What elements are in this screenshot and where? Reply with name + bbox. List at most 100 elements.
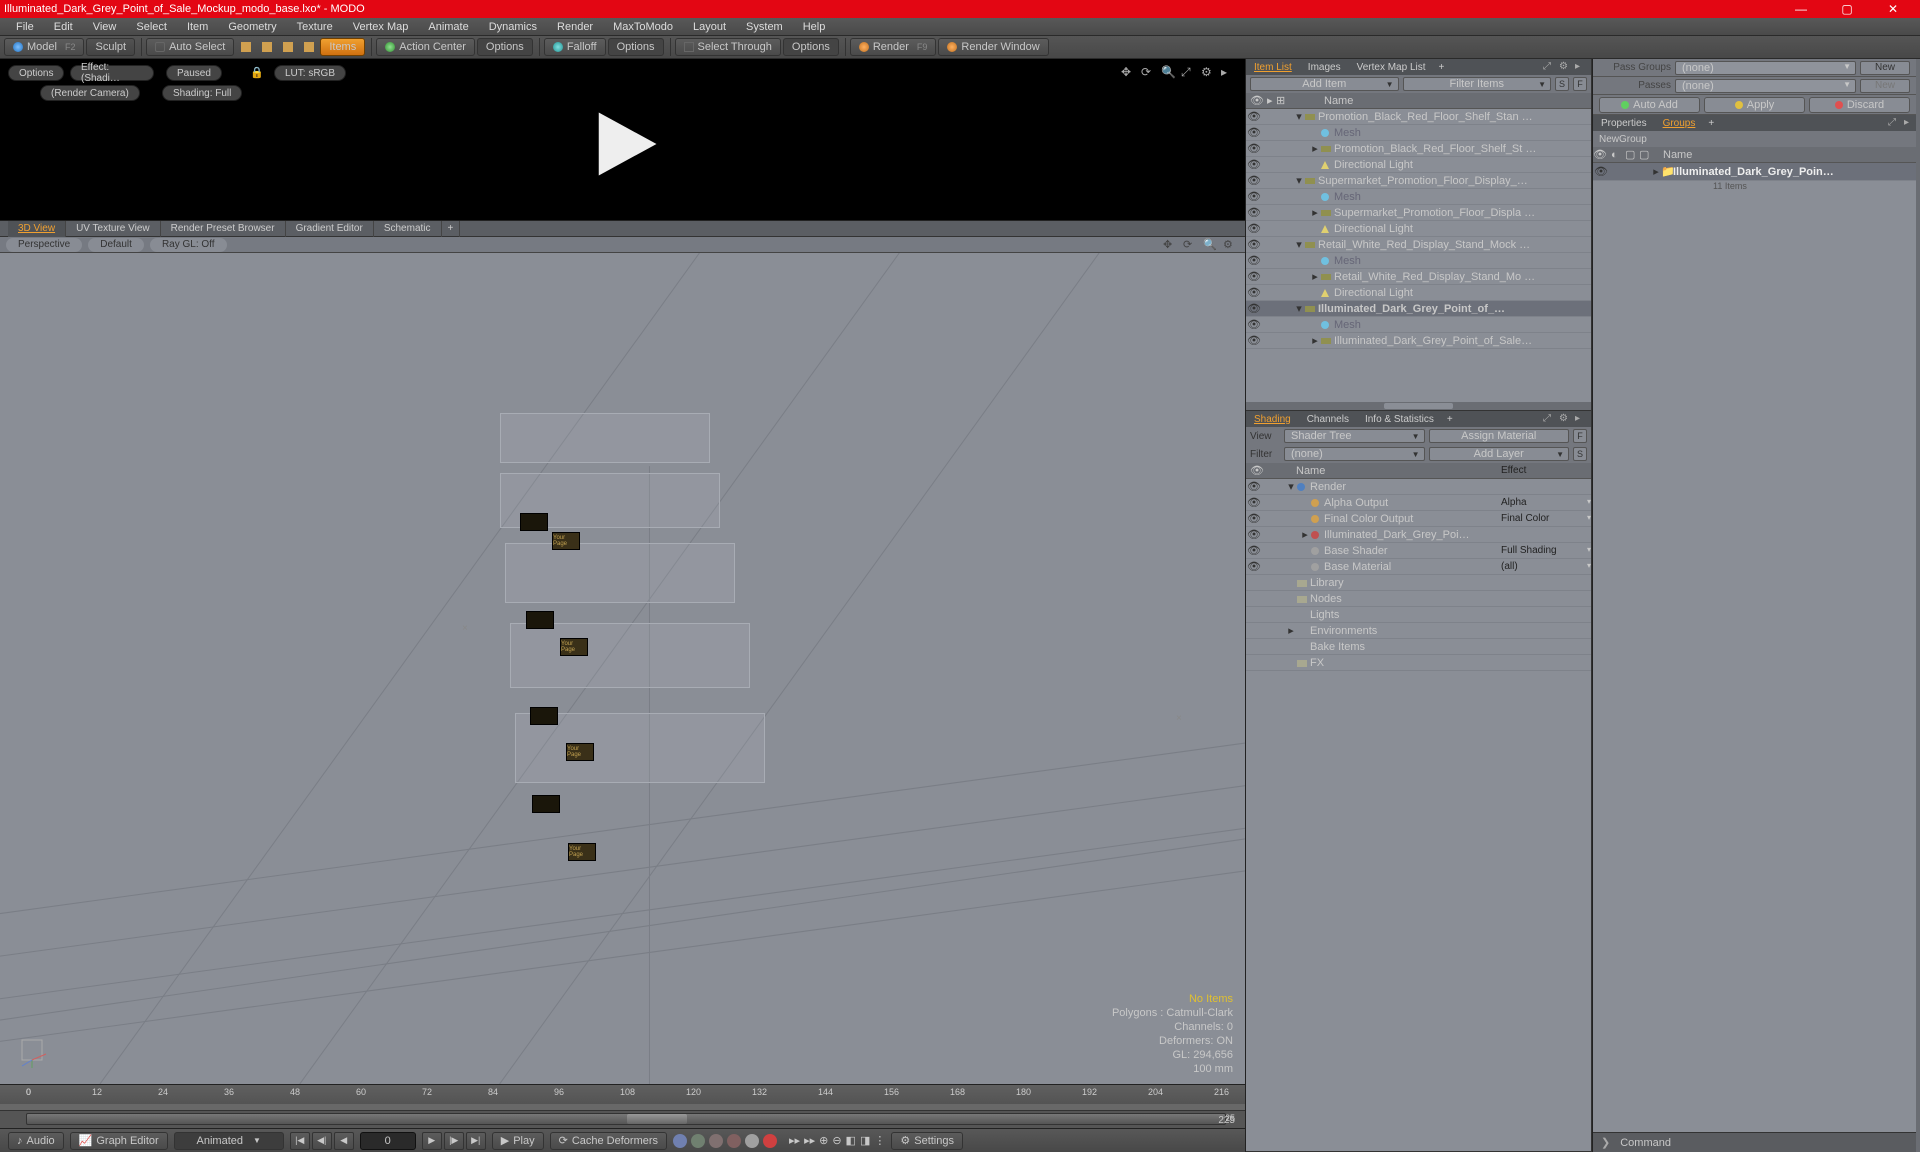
item-row[interactable]: 👁▾Retail_White_Red_Display_Stand_Mock … [1246,237,1591,253]
timeline-scrollbar[interactable] [26,1113,1226,1125]
anim-icon[interactable] [691,1134,705,1148]
item-row[interactable]: 👁▸Illuminated_Dark_Grey_Point_of_Sale… [1246,333,1591,349]
audio-button[interactable]: ♪ Audio [8,1132,64,1150]
item-row[interactable]: 👁▸Promotion_Black_Red_Floor_Shelf_St … [1246,141,1591,157]
assign-material-button[interactable]: Assign Material [1429,429,1570,443]
expand-icon[interactable]: ⤢ [1888,117,1900,129]
step-fwd-button[interactable]: ▶ [422,1132,442,1150]
preview-options[interactable]: Options [8,65,64,81]
prev-key-button[interactable]: ◀| [312,1132,332,1150]
misc-button[interactable]: ◧ [846,1134,856,1147]
command-line[interactable]: ❯Command [1593,1132,1916,1152]
add-tab-button[interactable]: + [1442,411,1458,427]
tab-gradient-editor[interactable]: Gradient Editor [286,221,374,237]
new-pass-button[interactable]: New [1860,79,1910,93]
shader-row[interactable]: 👁Alpha OutputAlpha ▾ [1246,495,1591,511]
shader-row[interactable]: 👁Base Material(all) ▾ [1246,559,1591,575]
animated-dropdown[interactable]: Animated ▼ [174,1132,284,1150]
f-button[interactable]: F [1573,77,1587,91]
menu-edit[interactable]: Edit [44,21,83,33]
anim-icon[interactable] [745,1134,759,1148]
preview-camera[interactable]: (Render Camera) [40,85,140,101]
item-row[interactable]: 👁▾Supermarket_Promotion_Floor_Display_… [1246,173,1591,189]
preview-shading[interactable]: Shading: Full [162,85,242,101]
select-options-button[interactable]: Options [783,38,839,56]
step-back-button[interactable]: ◀ [334,1132,354,1150]
misc-button[interactable]: ▸▸ [804,1134,815,1147]
tab-channels[interactable]: Channels [1299,411,1357,427]
auto-select-toggle[interactable]: Auto Select [146,38,234,56]
vertex-mode-icon[interactable] [236,38,256,56]
anim-icon[interactable] [673,1134,687,1148]
shader-filter-dropdown[interactable]: (none)▼ [1284,447,1425,461]
tab-info-statistics[interactable]: Info & Statistics [1357,411,1442,427]
render-window-button[interactable]: Render Window [938,38,1048,56]
filter-items-dropdown[interactable]: Filter Items▼ [1403,77,1552,91]
item-row[interactable]: 👁Directional Light [1246,157,1591,173]
gear-icon[interactable]: ⚙ [1559,413,1571,425]
add-tab-button[interactable]: + [1434,59,1450,75]
tab-uv-texture-view[interactable]: UV Texture View [66,221,161,237]
expand-icon[interactable]: ⤢ [1543,61,1555,73]
tab-render-preset-browser[interactable]: Render Preset Browser [161,221,286,237]
model-mode-button[interactable]: ModelF2 [4,38,84,56]
shader-row[interactable]: Bake Items [1246,639,1591,655]
item-row[interactable]: 👁▸Supermarket_Promotion_Floor_Displa … [1246,205,1591,221]
zoom-icon[interactable]: 🔍 [1161,65,1175,79]
shader-row[interactable]: FX [1246,655,1591,671]
tab-item-list[interactable]: Item List [1246,59,1300,75]
menu-select[interactable]: Select [126,21,177,33]
itemlist-scrollbar[interactable] [1246,402,1591,410]
material-mode-icon[interactable] [299,38,319,56]
auto-add-button[interactable]: Auto Add [1599,97,1700,113]
discard-button[interactable]: Discard [1809,97,1910,113]
s-button[interactable]: S [1573,447,1587,461]
s-button[interactable]: S [1555,77,1569,91]
action-options-button[interactable]: Options [477,38,533,56]
item-row[interactable]: 👁Directional Light [1246,221,1591,237]
shader-view-dropdown[interactable]: Shader Tree▼ [1284,429,1425,443]
tab-images[interactable]: Images [1300,59,1349,75]
close-icon[interactable]: ▸ [1904,117,1916,129]
axis-widget[interactable] [16,1034,50,1068]
tab-vertex-map-list[interactable]: Vertex Map List [1349,59,1434,75]
settings-button[interactable]: ⚙ Settings [891,1132,963,1150]
select-through-button[interactable]: Select Through [675,38,781,56]
edge-mode-icon[interactable] [257,38,277,56]
cache-deformers-button[interactable]: ⟳ Cache Deformers [550,1132,667,1150]
anim-icon[interactable] [727,1134,741,1148]
anim-icon[interactable] [763,1134,777,1148]
view-perspective[interactable]: Perspective [6,238,82,252]
close-icon[interactable]: ▸ [1575,413,1587,425]
close-button[interactable]: ✕ [1870,0,1916,18]
shader-row[interactable]: Lights [1246,607,1591,623]
close-icon[interactable]: ▸ [1575,61,1587,73]
sculpt-mode-button[interactable]: Sculpt [86,38,135,56]
misc-button[interactable]: ▸▸ [789,1134,800,1147]
tab-schematic[interactable]: Schematic [374,221,442,237]
gear-icon[interactable]: ⚙ [1201,65,1215,79]
passgroups-dropdown[interactable]: (none)▼ [1675,61,1856,75]
shader-row[interactable]: ▸Environments [1246,623,1591,639]
apply-button[interactable]: Apply [1704,97,1805,113]
tab-groups[interactable]: Groups [1655,115,1704,131]
zoom-icon[interactable]: 🔍 [1203,238,1217,252]
expand-icon[interactable]: ⤢ [1181,65,1195,79]
3d-viewport[interactable]: Your Page Your Page Your Page Your Page … [0,253,1245,1084]
item-row[interactable]: 👁▾Illuminated_Dark_Grey_Point_of_… [1246,301,1591,317]
gear-icon[interactable]: ⚙ [1559,61,1571,73]
misc-button[interactable]: ◨ [860,1134,870,1147]
item-row[interactable]: 👁▸Retail_White_Red_Display_Stand_Mo … [1246,269,1591,285]
item-row[interactable]: 👁Mesh [1246,253,1591,269]
render-button[interactable]: RenderF9 [850,38,937,56]
menu-maxtomodo[interactable]: MaxToModo [603,21,683,33]
misc-button[interactable]: ⊕ [819,1134,828,1147]
tab-properties[interactable]: Properties [1593,115,1655,131]
lock-icon[interactable]: 🔒 [250,66,264,79]
goto-end-button[interactable]: ▶| [466,1132,486,1150]
shader-row[interactable]: 👁▾Render [1246,479,1591,495]
item-row[interactable]: 👁Directional Light [1246,285,1591,301]
preview-lut[interactable]: LUT: sRGB [274,65,346,81]
preview-viewport[interactable]: Options Effect: (Shadi… Paused 🔒 LUT: sR… [0,59,1245,221]
menu-layout[interactable]: Layout [683,21,736,33]
